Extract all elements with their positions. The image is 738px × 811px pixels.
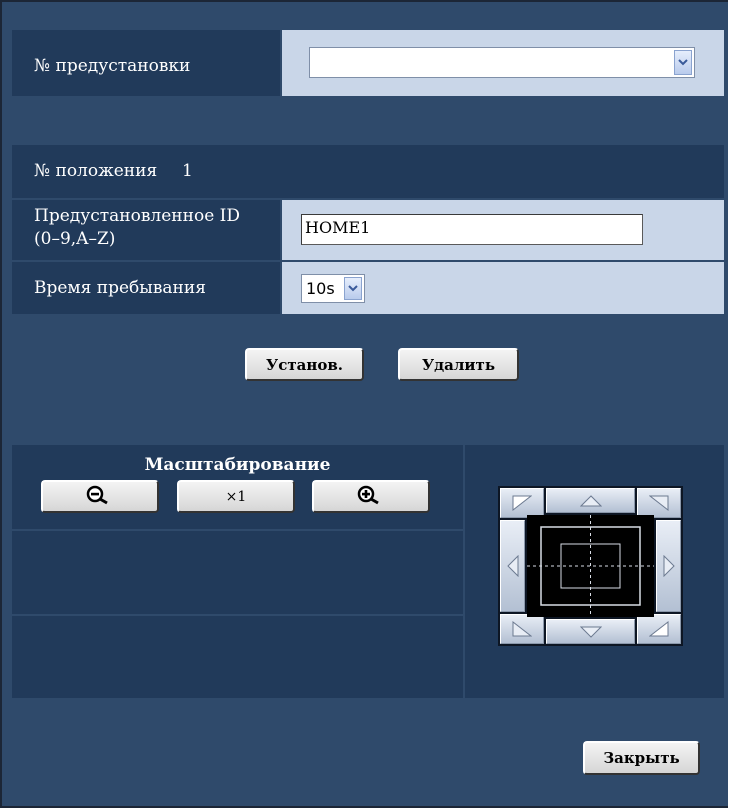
- crosshair-icon: [527, 515, 654, 617]
- preset-id-label: Предустановленное ID: [34, 206, 241, 226]
- pan-left-button[interactable]: [500, 520, 525, 612]
- delete-button[interactable]: Удалить: [398, 348, 519, 381]
- dwell-label-cell: Время пребывания: [12, 262, 280, 314]
- preset-dialog: № предустановки № положения 1 Предустано…: [0, 0, 728, 808]
- preset-id-value-cell: HOME1: [282, 200, 724, 260]
- ptz-pad: [498, 486, 683, 646]
- preset-id-label-cell: Предустановленное ID (0–9,A–Z): [12, 200, 280, 260]
- ptz-panel: [465, 445, 724, 698]
- preset-id-input[interactable]: HOME1: [301, 214, 643, 245]
- ptz-center-view[interactable]: [527, 515, 654, 617]
- brightness-panel: [12, 616, 463, 698]
- zoom-out-icon: [85, 484, 115, 510]
- pan-down-left-button[interactable]: [500, 614, 544, 644]
- pan-up-left-button[interactable]: [500, 488, 544, 518]
- chevron-down-icon[interactable]: [674, 50, 692, 75]
- zoom-title: Масштабирование: [144, 455, 331, 475]
- position-value: 1: [182, 161, 193, 181]
- dwell-value-cell: 10s: [282, 262, 724, 314]
- dwell-select[interactable]: 10s: [301, 274, 365, 303]
- preset-select[interactable]: [309, 47, 695, 78]
- zoom-out-button[interactable]: [41, 480, 159, 513]
- zoom-in-button[interactable]: [312, 480, 430, 513]
- dwell-label: Время пребывания: [34, 278, 206, 298]
- pan-up-button[interactable]: [546, 488, 635, 513]
- preset-label: № предустановки: [34, 56, 191, 76]
- position-row: № положения 1: [12, 145, 724, 198]
- position-label: № положения: [34, 161, 158, 181]
- pan-down-button[interactable]: [546, 619, 635, 644]
- preset-label-cell: № предустановки: [12, 30, 280, 96]
- preset-id-hint: (0–9,A–Z): [34, 229, 116, 249]
- preset-value-cell: [282, 30, 724, 96]
- set-button[interactable]: Установ.: [245, 348, 364, 381]
- zoom-x1-button[interactable]: ×1: [177, 480, 295, 513]
- zoom-panel: Масштабирование ×1: [12, 445, 463, 529]
- chevron-down-icon[interactable]: [344, 277, 362, 300]
- pan-up-right-button[interactable]: [637, 488, 681, 518]
- zoom-in-icon: [356, 484, 386, 510]
- close-button[interactable]: Закрыть: [583, 741, 700, 775]
- focus-panel: [12, 531, 463, 614]
- preset-id-input-value: HOME1: [305, 218, 371, 237]
- dwell-select-value: 10s: [306, 279, 335, 298]
- pan-down-right-button[interactable]: [637, 614, 681, 644]
- pan-right-button[interactable]: [656, 520, 681, 612]
